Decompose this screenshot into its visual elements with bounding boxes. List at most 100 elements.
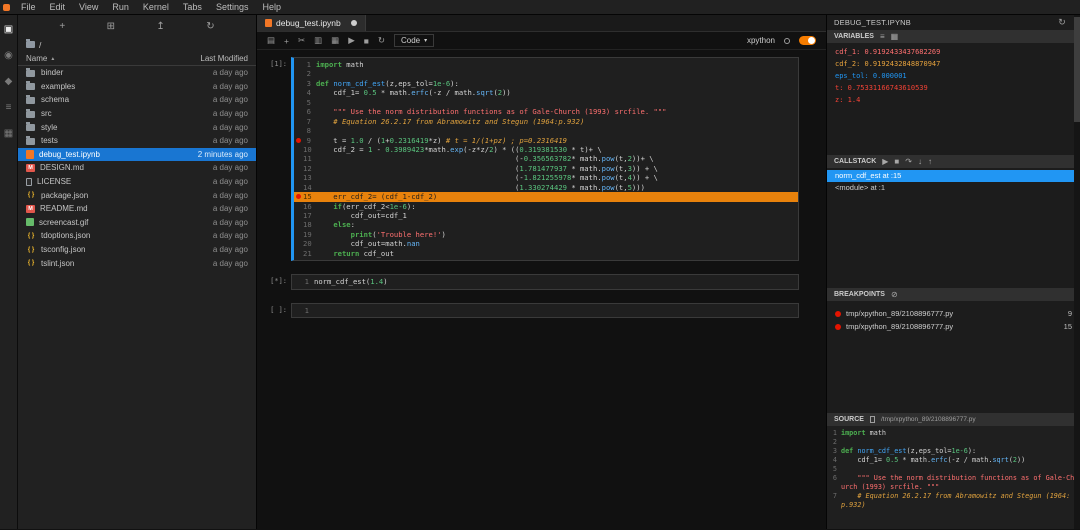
breakpoint-icon[interactable] [294, 194, 303, 199]
variable-row[interactable]: eps_tol: 0.000001 [827, 70, 1080, 82]
upload-icon[interactable]: ↥ [156, 21, 164, 32]
breakpoint-row[interactable]: tmp/xpython_89/2108896777.py15 [827, 320, 1080, 333]
file-row[interactable]: examplesa day ago [18, 80, 256, 94]
file-row[interactable]: { }tdoptions.jsona day ago [18, 229, 256, 243]
variable-row[interactable]: cdf_2: 0.9192432848870947 [827, 58, 1080, 70]
run-cell-icon[interactable]: ▶ [348, 35, 355, 46]
file-row[interactable]: MREADME.mda day ago [18, 202, 256, 216]
cell-type-dropdown[interactable]: Code ▾ [394, 34, 434, 47]
scrollbar-thumb[interactable] [1074, 17, 1080, 122]
copy-cell-icon[interactable]: ▥ [314, 35, 322, 46]
code-line: 17 cdf_out=cdf_1 [294, 211, 798, 220]
main-area: debug_test.ipynb ▤ + ✂ ▥ ▦ ▶ ■ ↻ Code ▾ xpython… [257, 15, 826, 529]
notebook-cells: [1]:1import math23def norm_cdf_est(z,eps… [257, 50, 826, 529]
file-row[interactable]: stylea day ago [18, 120, 256, 134]
code-cell[interactable]: 1norm_cdf_est(1.4) [291, 274, 799, 289]
scrollbar[interactable] [1074, 15, 1080, 529]
code-line: 4 cdf_1= 0.5 * math.erfc(-z / math.sqrt(… [294, 88, 798, 97]
menu-settings[interactable]: Settings [209, 2, 256, 12]
save-icon[interactable]: ▤ [267, 35, 275, 46]
file-row[interactable]: debug_test.ipynb2 minutes ago [18, 148, 256, 162]
code-token: (-z*z/ [463, 145, 489, 154]
variable-row[interactable]: cdf_1: 0.9192433437682269 [827, 46, 1080, 58]
new-folder-icon[interactable]: ⊞ [107, 21, 115, 32]
code-text: (1.330274429 * math.pow(t,5))) [316, 183, 645, 192]
close-icon[interactable] [351, 20, 357, 26]
git-icon[interactable]: ◆ [5, 77, 13, 87]
code-token: * math. [571, 173, 601, 182]
restart-kernel-icon[interactable]: ↻ [378, 35, 385, 46]
line-number: 4 [829, 456, 841, 465]
menu-run[interactable]: Run [105, 2, 136, 12]
code-text: t = 1.0 / (1+0.2316419*z) # t = 1/(1+pz)… [316, 136, 567, 145]
menu-edit[interactable]: Edit [43, 2, 73, 12]
cut-cell-icon[interactable]: ✂ [298, 35, 305, 46]
code-token: norm_cdf_est [857, 447, 906, 455]
code-token: )) + \ [632, 173, 658, 182]
file-row[interactable]: srca day ago [18, 107, 256, 121]
code-cell[interactable]: 1import math23def norm_cdf_est(z,eps_tol… [291, 57, 799, 261]
code-line: 1import math [294, 60, 798, 69]
file-modified: a day ago [170, 259, 248, 268]
folder-icon [26, 124, 35, 131]
variable-row[interactable]: z: 1.4 [827, 94, 1080, 106]
menu-view[interactable]: View [72, 2, 105, 12]
code-token: sqrt [992, 456, 1008, 464]
menu-tabs[interactable]: Tabs [176, 2, 209, 12]
file-row[interactable]: MDESIGN.mda day ago [18, 161, 256, 175]
menu-file[interactable]: File [14, 2, 43, 12]
add-cell-icon[interactable]: + [284, 36, 289, 46]
extension-manager-icon[interactable]: ▦ [4, 129, 13, 139]
table-view-icon[interactable]: ▦ [891, 32, 899, 41]
code-text: (-0.356563782* math.pow(t,2))+ \ [316, 154, 654, 163]
code-line: 16 if(err_cdf_2<1e-6): [294, 202, 798, 211]
menu-kernel[interactable]: Kernel [136, 2, 176, 12]
callstack-frame[interactable]: norm_cdf_est at :15 [827, 170, 1080, 182]
file-row[interactable]: testsa day ago [18, 134, 256, 148]
terminate-icon[interactable]: ■ [894, 157, 899, 166]
code-line: 3def norm_cdf_est(z,eps_tol=1e-6): [294, 79, 798, 88]
column-header-modified[interactable]: Last Modified [166, 54, 248, 63]
paste-cell-icon[interactable]: ▦ [331, 35, 339, 46]
kernel-name[interactable]: xpython [747, 36, 775, 45]
deactivate-breakpoints-icon[interactable]: ⊘ [891, 290, 898, 299]
code-text: import math [841, 429, 1078, 438]
breakpoints-list: tmp/xpython_89/2108896777.py9tmp/xpython… [827, 301, 1080, 413]
running-kernels-icon[interactable]: ◉ [4, 51, 13, 61]
refresh-icon[interactable]: ↻ [1058, 17, 1066, 28]
code-token: 1e-6 [390, 202, 407, 211]
step-in-icon[interactable]: ↓ [918, 157, 922, 166]
debugger-bug-toggle[interactable] [799, 36, 816, 45]
file-row[interactable]: bindera day ago [18, 66, 256, 80]
refresh-icon[interactable]: ↻ [206, 21, 214, 32]
continue-icon[interactable]: ▶ [882, 157, 888, 166]
breakpoint-row[interactable]: tmp/xpython_89/2108896777.py9 [827, 307, 1080, 320]
new-launcher-icon[interactable]: + [59, 21, 65, 32]
step-over-icon[interactable]: ↷ [905, 157, 912, 166]
file-row[interactable]: LICENSEa day ago [18, 175, 256, 189]
column-header-name[interactable]: Name ▲ [26, 54, 166, 63]
file-row[interactable]: { }tslint.jsona day ago [18, 256, 256, 270]
breadcrumb-root[interactable]: / [39, 40, 41, 50]
kernel-status-icon [784, 38, 790, 44]
file-row[interactable]: { }package.jsona day ago [18, 188, 256, 202]
table-of-contents-icon[interactable]: ≡ [6, 103, 12, 113]
breakpoint-icon[interactable] [294, 138, 303, 143]
file-row[interactable]: schemaa day ago [18, 93, 256, 107]
interrupt-kernel-icon[interactable]: ■ [364, 36, 369, 46]
breakpoint-icon [835, 311, 841, 317]
file-browser-icon[interactable]: ▣ [4, 25, 13, 35]
menu-help[interactable]: Help [255, 2, 288, 12]
execution-prompt: [1]: [263, 57, 291, 261]
callstack-frame[interactable]: <module> at :1 [827, 182, 1080, 194]
file-row[interactable]: screencast.gifa day ago [18, 216, 256, 230]
variable-row[interactable]: t: 0.75331166743610539 [827, 82, 1080, 94]
tab-debug-test-ipynb[interactable]: debug_test.ipynb [257, 15, 366, 31]
step-out-icon[interactable]: ↑ [928, 157, 932, 166]
code-token: print [351, 230, 373, 239]
code-cell[interactable]: 1 [291, 303, 799, 318]
code-token: (- [316, 154, 524, 163]
code-token: def [316, 79, 329, 88]
file-row[interactable]: { }tsconfig.jsona day ago [18, 243, 256, 257]
tree-view-icon[interactable]: ≡ [880, 32, 885, 41]
